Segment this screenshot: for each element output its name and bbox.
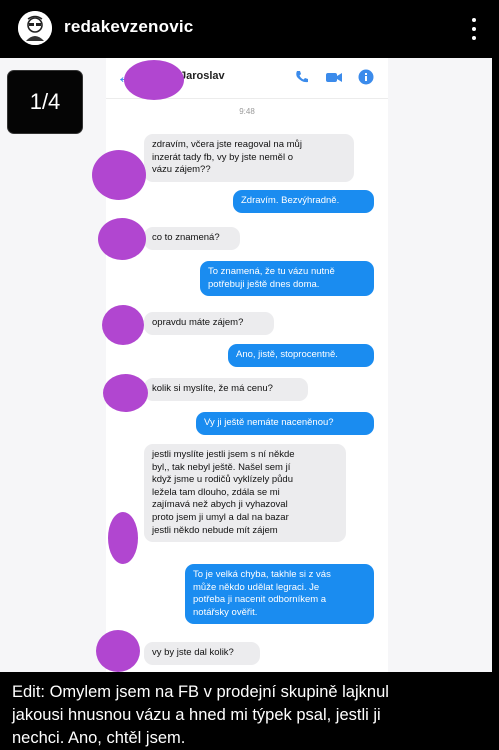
message-bubble: To znamená, že tu vázu nutně potřebuji j… <box>200 261 374 297</box>
message-bubble: jestli myslíte jestli jsem s ní někde by… <box>144 444 346 543</box>
message-line: jestli někdo nebude mít zájem <box>152 524 278 536</box>
message-line: To je velká chyba, takhle si z vás <box>193 569 331 580</box>
redacted-contact-avatar <box>124 60 184 100</box>
message-line: může někdo udělat legraci. Je <box>193 581 320 593</box>
message-line: To znamená, že tu vázu nutně <box>208 266 335 277</box>
message-line: vázu zájem?? <box>152 164 211 176</box>
redacted-avatar <box>108 512 138 564</box>
message-bubble: vy by jste dal kolik? <box>144 642 260 665</box>
timestamp: 9:48 <box>239 107 255 116</box>
message-bubble: opravdu máte zájem? <box>144 312 274 335</box>
message-line: zajímavá než abych ji vyhazoval <box>152 499 288 511</box>
info-icon[interactable] <box>358 69 374 85</box>
message-line: jestli myslíte jestli jsem s ní někde <box>152 449 295 460</box>
post-header: redakevzenovic <box>0 0 499 58</box>
avatar-illustration-icon <box>18 11 52 45</box>
message-line: proto jsem ji umyl a dal na bazar <box>152 511 289 523</box>
message-line: potřeba ji nacenit odborníkem a <box>193 594 327 606</box>
redacted-avatar <box>92 150 146 200</box>
caption: Edit: Omylem jsem na FB v prodejní skupi… <box>0 673 499 750</box>
message-line: zdravím, včera jste reagoval na můj <box>152 139 302 150</box>
avatar[interactable] <box>18 11 52 45</box>
message-bubble: zdravím, včera jste reagoval na můj inze… <box>144 134 354 182</box>
video-camera-icon[interactable] <box>325 69 343 85</box>
message-bubble: Zdravím. Bezvýhradně. <box>233 190 374 213</box>
message-line: inzerát tady fb, vy by jste neměl o <box>152 151 293 163</box>
chat-panel: ← Jaroslav 9:48 zdravím, včera jste reag… <box>106 58 388 672</box>
message-bubble: Vy ji ještě nemáte naceněnou? <box>196 412 374 435</box>
redacted-avatar <box>98 218 146 260</box>
message-bubble: co to znamená? <box>144 227 240 250</box>
message-line: potřebuji ještě dnes doma. <box>208 278 320 290</box>
messenger-screenshot: ← Jaroslav 9:48 zdravím, včera jste reag… <box>0 58 492 672</box>
caption-line: nechci. Ano, chtěl jsem. <box>12 729 186 747</box>
contact-name[interactable]: Jaroslav <box>180 70 225 82</box>
redacted-avatar <box>103 374 148 412</box>
caption-line: jakousi hnusnou vázu a hned mi týpek psa… <box>12 706 381 724</box>
message-line: Vy ji ještě nemáte naceněnou? <box>204 417 334 428</box>
message-line: Ano, jistě, stoprocentně. <box>236 349 338 360</box>
message-bubble: To je velká chyba, takhle si z vás může … <box>185 564 374 625</box>
message-bubble: kolik si myslíte, že má cenu? <box>144 378 308 401</box>
message-line: Zdravím. Bezvýhradně. <box>241 195 340 206</box>
more-vertical-icon[interactable] <box>471 18 477 40</box>
caption-line: Edit: Omylem jsem na FB v prodejní skupi… <box>12 683 389 701</box>
message-line: ležela tam dlouho, zdála se mi <box>152 486 280 498</box>
message-line: kolik si myslíte, že má cenu? <box>152 383 273 394</box>
redacted-avatar <box>96 630 140 672</box>
phone-icon[interactable] <box>294 69 310 85</box>
message-line: co to znamená? <box>152 232 220 243</box>
message-line: byl,, tak nebyl ještě. Našel sem jí <box>152 461 291 473</box>
username[interactable]: redakevzenovic <box>64 17 193 37</box>
message-line: když jsme u rodičů vyklízely půdu <box>152 474 293 486</box>
message-bubble: Ano, jistě, stoprocentně. <box>228 344 374 367</box>
message-line: opravdu máte zájem? <box>152 317 244 328</box>
redacted-avatar <box>102 305 144 345</box>
message-line: notářsky ověřit. <box>193 606 258 618</box>
message-line: vy by jste dal kolik? <box>152 647 234 658</box>
page-indicator: 1/4 <box>7 70 83 134</box>
